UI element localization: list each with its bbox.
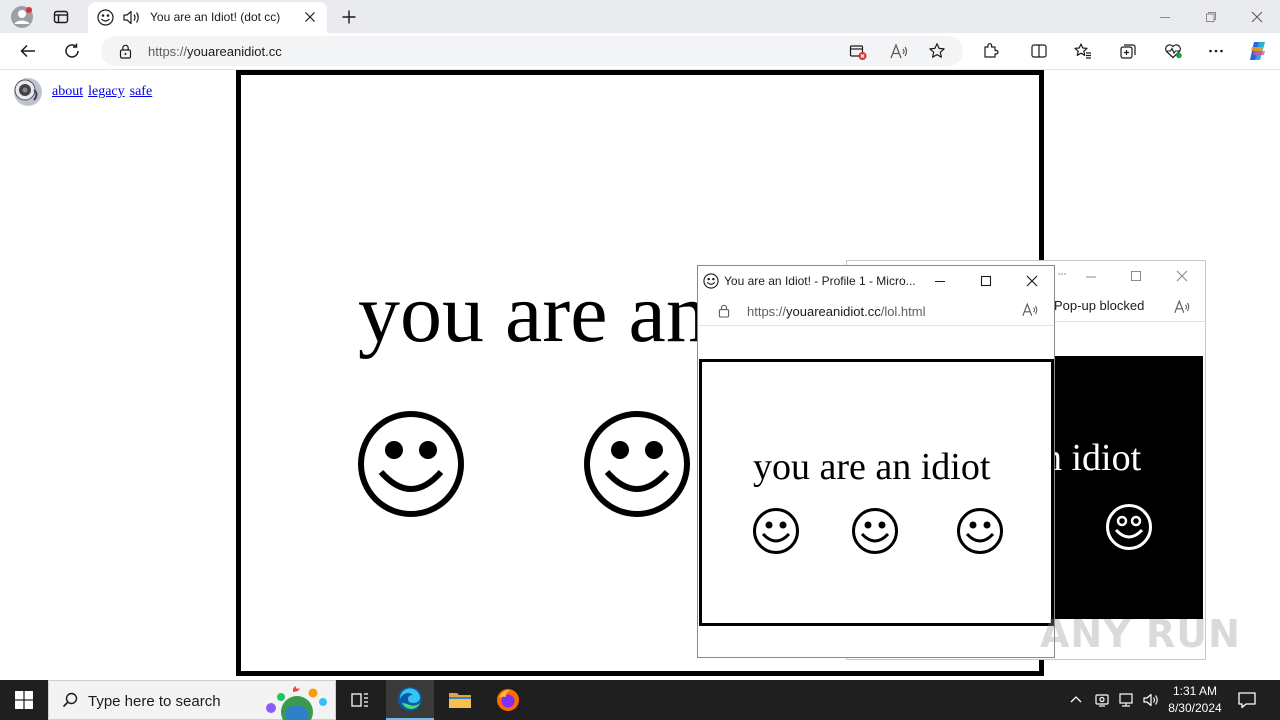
smiley-face-icon [752, 507, 800, 555]
url-scheme: https:// [148, 44, 188, 59]
refresh-button[interactable] [57, 37, 87, 65]
read-aloud-icon[interactable] [889, 43, 909, 60]
lock-icon[interactable] [119, 44, 132, 59]
security-icon[interactable] [1094, 692, 1110, 708]
smiley-face-icon [956, 507, 1004, 555]
task-view-icon[interactable] [336, 680, 384, 720]
collections-icon[interactable] [1113, 37, 1143, 65]
back-button[interactable] [13, 37, 43, 65]
close-icon[interactable] [1176, 270, 1188, 282]
tab-title: You are an Idiot! (dot cc) [150, 10, 281, 24]
legacy-link[interactable]: legacy [88, 84, 125, 100]
profile-avatar-icon[interactable] [6, 0, 38, 33]
anyrun-watermark: ANY RUN [1040, 612, 1241, 656]
tab-close-icon[interactable] [304, 11, 316, 23]
lock-icon[interactable] [718, 304, 730, 318]
volume-icon[interactable] [1142, 692, 1160, 708]
smiley-face-icon [1105, 503, 1153, 551]
smiley-face-icon [583, 410, 691, 518]
new-tab-button[interactable] [336, 0, 362, 33]
search-highlight-icon [261, 684, 333, 720]
favorites-icon[interactable] [1068, 37, 1098, 65]
minimize-icon[interactable] [934, 275, 946, 287]
read-aloud-icon[interactable] [1173, 299, 1191, 315]
chevron-up-icon[interactable] [1068, 692, 1084, 708]
maximize-icon[interactable] [980, 275, 992, 287]
popup-front-addressbar[interactable]: https://youareanidiot.cc/lol.html [698, 296, 1054, 326]
browser-essentials-icon[interactable] [1158, 37, 1188, 65]
url-text[interactable]: https://youareanidiot.cc [148, 44, 282, 59]
smiley-face-icon [357, 410, 465, 518]
top-links: about legacy safe [12, 76, 157, 108]
taskbar-search-box[interactable]: Type here to search [48, 680, 336, 720]
more-options-icon[interactable] [1201, 37, 1231, 65]
extensions-icon[interactable] [976, 37, 1006, 65]
popup-front-titlebar[interactable]: You are an Idiot! - Profile 1 - Micro... [698, 266, 1054, 296]
smiley-face-icon [851, 507, 899, 555]
minimize-button[interactable] [1142, 0, 1188, 33]
popup-front-headline: you are an idiot [753, 446, 991, 488]
restore-button[interactable] [1188, 0, 1234, 33]
popup-window-front[interactable]: You are an Idiot! - Profile 1 - Micro...… [697, 265, 1055, 658]
tab-bar: You are an Idiot! (dot cc) [0, 0, 1280, 33]
smiley-favicon-icon [97, 9, 114, 26]
popup-back-content: n idiot [1053, 356, 1203, 619]
url-path: /lol.html [880, 304, 926, 319]
speaker-audio-icon[interactable] [121, 8, 141, 27]
search-icon [62, 692, 78, 708]
notifications-icon[interactable] [1237, 691, 1257, 709]
split-screen-icon[interactable] [1024, 37, 1054, 65]
close-icon[interactable] [1026, 275, 1038, 287]
url-scheme: https:// [747, 304, 787, 319]
url-host: youareanidiot.cc [786, 304, 881, 319]
taskbar-clock[interactable]: 1:31 AM 8/30/2024 [1160, 683, 1230, 717]
popup-front-url[interactable]: https://youareanidiot.cc/lol.html [747, 304, 926, 319]
tab-actions-icon[interactable] [46, 0, 76, 33]
clock-time: 1:31 AM [1172, 684, 1218, 698]
popup-blocked-label[interactable]: Pop-up blocked [1054, 298, 1144, 313]
ellipsis-icon [1057, 268, 1067, 278]
minimize-icon[interactable] [1085, 271, 1097, 283]
big-headline: you are an [358, 267, 708, 360]
close-window-button[interactable] [1234, 0, 1280, 33]
speaker-icon[interactable] [12, 76, 44, 108]
edge-taskbar-icon[interactable] [386, 680, 434, 720]
tab-active[interactable]: You are an Idiot! (dot cc) [88, 2, 327, 33]
about-link[interactable]: about [52, 84, 83, 100]
popup-front-content-frame: you are an idiot [699, 359, 1054, 626]
url-host: youareanidiot.cc [187, 44, 282, 59]
popup-back-text: n idiot [1053, 437, 1142, 479]
clock-date: 8/30/2024 [1168, 701, 1222, 715]
copilot-icon[interactable] [1243, 37, 1273, 65]
file-explorer-icon[interactable] [436, 680, 484, 720]
popup-blocked-icon[interactable] [849, 43, 867, 61]
search-placeholder: Type here to search [88, 693, 221, 710]
popup-front-title: You are an Idiot! - Profile 1 - Micro... [724, 274, 916, 288]
read-aloud-icon[interactable] [1021, 302, 1039, 318]
smiley-favicon-icon [703, 273, 719, 289]
maximize-icon[interactable] [1130, 270, 1142, 282]
safe-link[interactable]: safe [130, 84, 153, 100]
network-icon[interactable] [1118, 692, 1136, 708]
favorite-star-icon[interactable] [928, 42, 946, 60]
browser-toolbar: https://youareanidiot.cc [0, 33, 1280, 70]
taskbar: Type here to search 1:31 AM 8/30/2024 [0, 680, 1280, 720]
address-bar[interactable]: https://youareanidiot.cc [101, 36, 963, 66]
firefox-icon[interactable] [484, 680, 532, 720]
start-button[interactable] [0, 680, 48, 720]
